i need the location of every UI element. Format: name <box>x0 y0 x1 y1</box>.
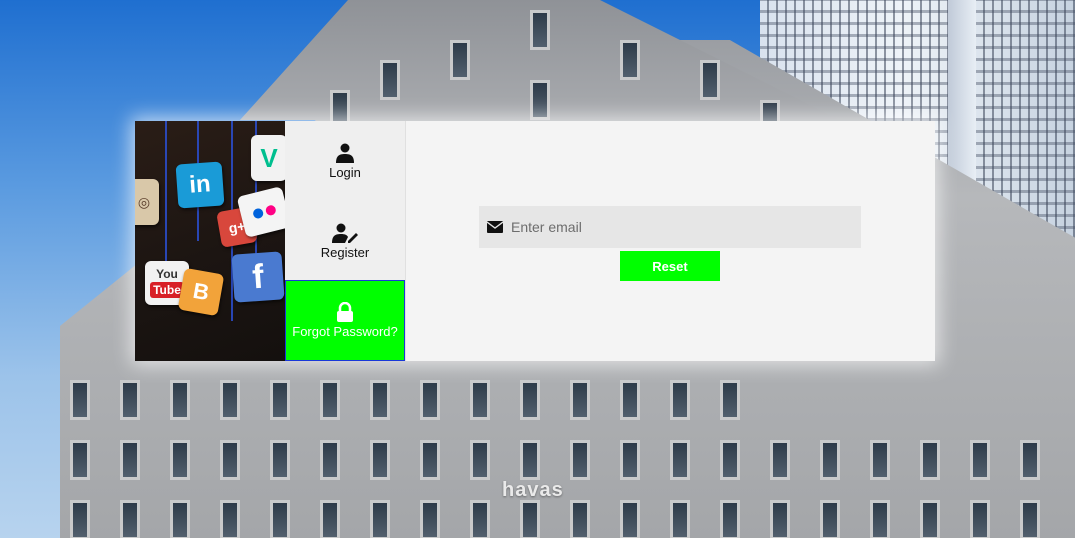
auth-nav: Login Register Forgot Password? <box>285 121 406 361</box>
building-window <box>530 80 550 120</box>
building-window <box>570 380 590 420</box>
building-window <box>470 500 490 538</box>
building-window <box>820 500 840 538</box>
building-window <box>220 440 240 480</box>
building-window <box>870 440 890 480</box>
building-window <box>570 440 590 480</box>
building-window <box>370 380 390 420</box>
building-window <box>470 440 490 480</box>
building-window <box>320 500 340 538</box>
nav-register[interactable]: Register <box>285 201 405 281</box>
building-window <box>620 380 640 420</box>
building-window <box>120 380 140 420</box>
social-media-photo: in V ◎ g+ You Tube B f <box>135 121 285 361</box>
user-edit-icon <box>332 223 358 243</box>
building-window <box>420 440 440 480</box>
building-window <box>970 440 990 480</box>
auth-card: in V ◎ g+ You Tube B f Login Register Fo… <box>135 121 935 361</box>
email-field-wrapper <box>479 206 861 248</box>
building-window <box>670 440 690 480</box>
building-window <box>770 500 790 538</box>
building-window <box>420 380 440 420</box>
building-window <box>970 500 990 538</box>
building-window <box>520 380 540 420</box>
reset-button[interactable]: Reset <box>620 251 720 281</box>
building-window <box>670 380 690 420</box>
vine-logo: V <box>251 135 285 181</box>
building-window <box>370 440 390 480</box>
envelope-icon <box>487 221 503 233</box>
building-window <box>520 500 540 538</box>
building-window <box>620 500 640 538</box>
building-window <box>170 440 190 480</box>
lock-icon <box>337 302 353 322</box>
blogger-logo: B <box>177 267 225 317</box>
building-window <box>270 440 290 480</box>
building-window <box>320 380 340 420</box>
building-window <box>920 440 940 480</box>
building-window <box>720 500 740 538</box>
building-window <box>470 380 490 420</box>
building-window <box>170 500 190 538</box>
nav-forgot-label: Forgot Password? <box>292 324 398 339</box>
building-window <box>220 380 240 420</box>
building-window <box>1020 440 1040 480</box>
building-window <box>450 40 470 80</box>
building-window <box>620 440 640 480</box>
nav-login-label: Login <box>329 164 361 180</box>
building-window <box>120 440 140 480</box>
building-window <box>670 500 690 538</box>
building-sign: havas <box>502 479 564 501</box>
building-window <box>520 440 540 480</box>
building-window <box>170 380 190 420</box>
building-window <box>370 500 390 538</box>
building-window <box>380 60 400 100</box>
building-window <box>530 10 550 50</box>
nav-login[interactable]: Login <box>285 121 405 201</box>
building-window <box>770 440 790 480</box>
building-window <box>700 60 720 100</box>
building-window <box>720 440 740 480</box>
building-window <box>120 500 140 538</box>
instagram-logo: ◎ <box>135 179 159 225</box>
building-window <box>270 500 290 538</box>
building-window <box>70 380 90 420</box>
building-window <box>870 500 890 538</box>
building-window <box>720 380 740 420</box>
email-input[interactable] <box>509 218 853 236</box>
facebook-logo: f <box>231 251 285 303</box>
nav-forgot-password[interactable]: Forgot Password? <box>285 280 405 361</box>
building-window <box>70 500 90 538</box>
nav-register-label: Register <box>320 244 370 260</box>
building-window <box>820 440 840 480</box>
building-window <box>420 500 440 538</box>
user-icon <box>336 143 354 163</box>
building-window <box>220 500 240 538</box>
building-window <box>620 40 640 80</box>
building-window <box>70 440 90 480</box>
flickr-logo <box>236 186 285 238</box>
building-window <box>1020 500 1040 538</box>
building-window <box>920 500 940 538</box>
linkedin-logo: in <box>175 161 225 209</box>
building-window <box>320 440 340 480</box>
building-window <box>570 500 590 538</box>
building-window <box>270 380 290 420</box>
